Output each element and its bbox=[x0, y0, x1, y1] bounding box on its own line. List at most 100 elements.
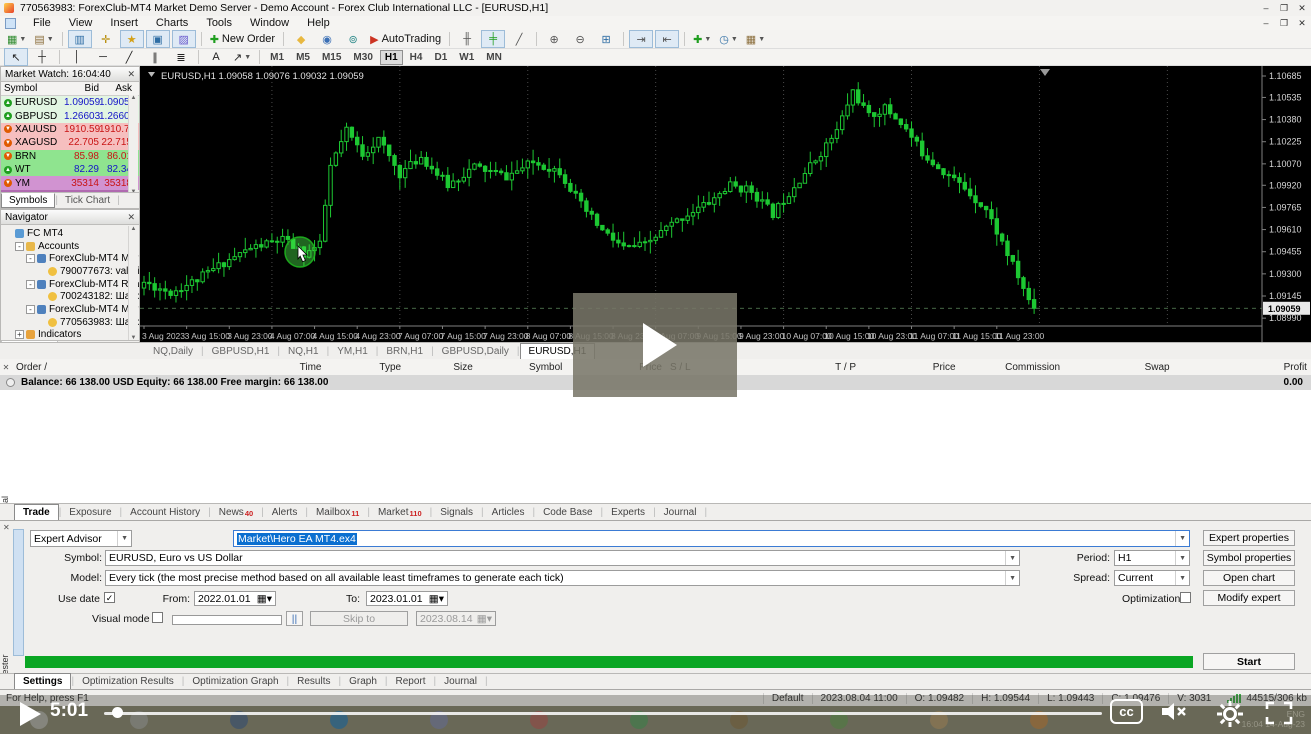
tree-expander-icon[interactable]: - bbox=[15, 242, 24, 251]
timeframe-h4[interactable]: H4 bbox=[405, 50, 428, 65]
navigator-item[interactable]: 790077673: valeriy bbox=[4, 265, 139, 278]
metaeditor-icon[interactable]: ◆ bbox=[289, 30, 313, 48]
terminal-tab-journal[interactable]: Journal bbox=[656, 505, 705, 520]
terminal-close-icon[interactable]: ✕ bbox=[0, 363, 12, 372]
spread-select[interactable]: Current▼ bbox=[1114, 570, 1190, 586]
video-progress-track[interactable] bbox=[104, 712, 1102, 715]
tester-tab-graph[interactable]: Graph bbox=[341, 674, 385, 689]
menu-window[interactable]: Window bbox=[241, 17, 298, 29]
zoom-out-icon[interactable]: ⊖ bbox=[568, 30, 592, 48]
terminal-tab-news[interactable]: News40 bbox=[211, 505, 261, 520]
orders-column-time[interactable]: Time bbox=[241, 362, 326, 373]
crosshair-icon[interactable]: ┼ bbox=[30, 48, 54, 66]
timeframe-h1[interactable]: H1 bbox=[380, 50, 403, 65]
navigator-item[interactable]: -ForexClub-MT4 Mark bbox=[4, 303, 139, 316]
horizontal-line-icon[interactable]: ─ bbox=[91, 48, 115, 66]
terminal-tab-mailbox[interactable]: Mailbox11 bbox=[308, 505, 367, 520]
orders-column-tp[interactable]: T / P bbox=[756, 362, 861, 373]
navigator-item[interactable]: -ForexClub-MT4 Real S bbox=[4, 278, 139, 291]
market-watch-tab-tick-chart[interactable]: Tick Chart bbox=[58, 194, 117, 207]
timeframe-m5[interactable]: M5 bbox=[291, 50, 315, 65]
chart-tab-brn-h1[interactable]: BRN,H1 bbox=[378, 344, 431, 359]
timeframe-d1[interactable]: D1 bbox=[429, 50, 452, 65]
market-watch-icon[interactable]: ▥ bbox=[68, 30, 92, 48]
strategy-tester-icon[interactable]: ▨ bbox=[172, 30, 196, 48]
skip-to-button[interactable]: Skip to bbox=[310, 611, 408, 626]
tree-expander-icon[interactable]: - bbox=[26, 280, 35, 289]
expert-advisors-icon[interactable]: ◉ bbox=[315, 30, 339, 48]
restore-icon[interactable]: ❐ bbox=[1275, 3, 1293, 14]
market-watch-row[interactable]: ▼BRN85.9886.01 bbox=[1, 150, 139, 163]
terminal-tab-market[interactable]: Market110 bbox=[370, 505, 430, 520]
tile-windows-icon[interactable]: ⊞ bbox=[594, 30, 618, 48]
fibonacci-icon[interactable]: ≣ bbox=[169, 48, 193, 66]
timeframe-w1[interactable]: W1 bbox=[454, 50, 479, 65]
market-watch-row[interactable]: ▼XAUUSD1910.591910.71 bbox=[1, 123, 139, 136]
close-icon[interactable]: ✕ bbox=[1293, 3, 1311, 14]
terminal-tab-code-base[interactable]: Code Base bbox=[535, 505, 600, 520]
channel-icon[interactable]: ∥ bbox=[143, 48, 167, 66]
chart-tab-gbpusd-daily[interactable]: GBPUSD,Daily bbox=[434, 344, 517, 359]
cursor-icon[interactable]: ↖ bbox=[4, 48, 28, 66]
settings-gear-icon[interactable] bbox=[1216, 700, 1244, 728]
open-chart-button[interactable]: Open chart bbox=[1203, 570, 1295, 586]
profiles-icon[interactable]: ▤▼ bbox=[31, 30, 56, 48]
orders-column-commission[interactable]: Commission bbox=[960, 362, 1065, 373]
orders-column-order[interactable]: Order / bbox=[12, 362, 241, 373]
community-icon[interactable]: ⊚ bbox=[341, 30, 365, 48]
symbol-select[interactable]: EURUSD, Euro vs US Dollar▼ bbox=[105, 550, 1020, 566]
autotrading-button[interactable]: ▶AutoTrading bbox=[367, 30, 444, 48]
market-watch-row[interactable]: ▼YM3531435318 bbox=[1, 176, 139, 189]
child-close-icon[interactable]: ✕ bbox=[1293, 18, 1311, 29]
tester-mode-select[interactable]: Expert Advisor▼ bbox=[30, 530, 132, 547]
visual-mode-checkbox[interactable] bbox=[152, 612, 163, 623]
bar-chart-mode-icon[interactable]: ╫ bbox=[455, 30, 479, 48]
terminal-tab-exposure[interactable]: Exposure bbox=[61, 505, 119, 520]
text-icon[interactable]: A bbox=[204, 48, 228, 66]
optimization-checkbox[interactable] bbox=[1180, 592, 1191, 603]
terminal-tab-trade[interactable]: Trade bbox=[14, 504, 59, 521]
fullscreen-icon[interactable] bbox=[1264, 700, 1294, 726]
menu-help[interactable]: Help bbox=[298, 17, 339, 29]
tester-close-icon[interactable]: ✕ bbox=[3, 523, 10, 532]
navigator-icon[interactable]: ★ bbox=[120, 30, 144, 48]
symbol-properties-button[interactable]: Symbol properties bbox=[1203, 550, 1295, 566]
chart-tab-nq-daily[interactable]: NQ,Daily bbox=[145, 344, 201, 359]
arrows-icon[interactable]: ↗▼ bbox=[230, 48, 254, 66]
closed-captions-button[interactable]: cc bbox=[1110, 699, 1143, 724]
from-date-input[interactable]: 2022.01.01▦▾ bbox=[194, 591, 276, 606]
orders-column-size[interactable]: Size bbox=[405, 362, 477, 373]
tester-tab-optimization-graph[interactable]: Optimization Graph bbox=[184, 674, 286, 689]
navigator-item[interactable]: FC MT4 bbox=[4, 227, 139, 240]
menu-insert[interactable]: Insert bbox=[101, 17, 147, 29]
trendline-icon[interactable]: ╱ bbox=[117, 48, 141, 66]
orders-column-profit[interactable]: Profit bbox=[1174, 362, 1311, 373]
pause-button[interactable]: || bbox=[286, 611, 303, 626]
templates-icon[interactable]: ▦▼ bbox=[743, 30, 768, 48]
data-window-icon[interactable]: ✛ bbox=[94, 30, 118, 48]
candle-mode-icon[interactable]: ╪ bbox=[481, 30, 505, 48]
orders-column-swap[interactable]: Swap bbox=[1064, 362, 1174, 373]
tester-tab-optimization-results[interactable]: Optimization Results bbox=[74, 674, 182, 689]
tester-tab-results[interactable]: Results bbox=[289, 674, 338, 689]
menu-charts[interactable]: Charts bbox=[147, 17, 197, 29]
terminal-tab-account-history[interactable]: Account History bbox=[122, 505, 208, 520]
chart-tab-gbpusd-h1[interactable]: GBPUSD,H1 bbox=[204, 344, 278, 359]
chart-tab-ym-h1[interactable]: YM,H1 bbox=[329, 344, 376, 359]
navigator-item[interactable]: 700243182: Шако bbox=[4, 290, 139, 303]
navigator-item[interactable]: -Accounts bbox=[4, 240, 139, 253]
navigator-scrollbar[interactable]: ▲▼ bbox=[128, 226, 138, 341]
navigator-item[interactable]: -ForexClub-MT4 Mark bbox=[4, 252, 139, 265]
terminal-tab-articles[interactable]: Articles bbox=[484, 505, 533, 520]
market-watch-tab-symbols[interactable]: Symbols bbox=[1, 193, 55, 208]
market-watch-scrollbar[interactable]: ▲▼ bbox=[128, 95, 138, 195]
tree-expander-icon[interactable]: - bbox=[26, 254, 35, 263]
indicators-icon[interactable]: ✚▼ bbox=[690, 30, 714, 48]
market-watch-close-icon[interactable]: ✕ bbox=[127, 69, 135, 80]
minimize-icon[interactable]: – bbox=[1257, 3, 1275, 14]
new-chart-icon[interactable]: ▦▼ bbox=[4, 30, 29, 48]
expert-properties-button[interactable]: Expert properties bbox=[1203, 530, 1295, 546]
timeframe-m30[interactable]: M30 bbox=[348, 50, 377, 65]
navigator-item[interactable]: 770563983: Шако bbox=[4, 316, 139, 329]
model-select[interactable]: Every tick (the most precise method base… bbox=[105, 570, 1020, 586]
